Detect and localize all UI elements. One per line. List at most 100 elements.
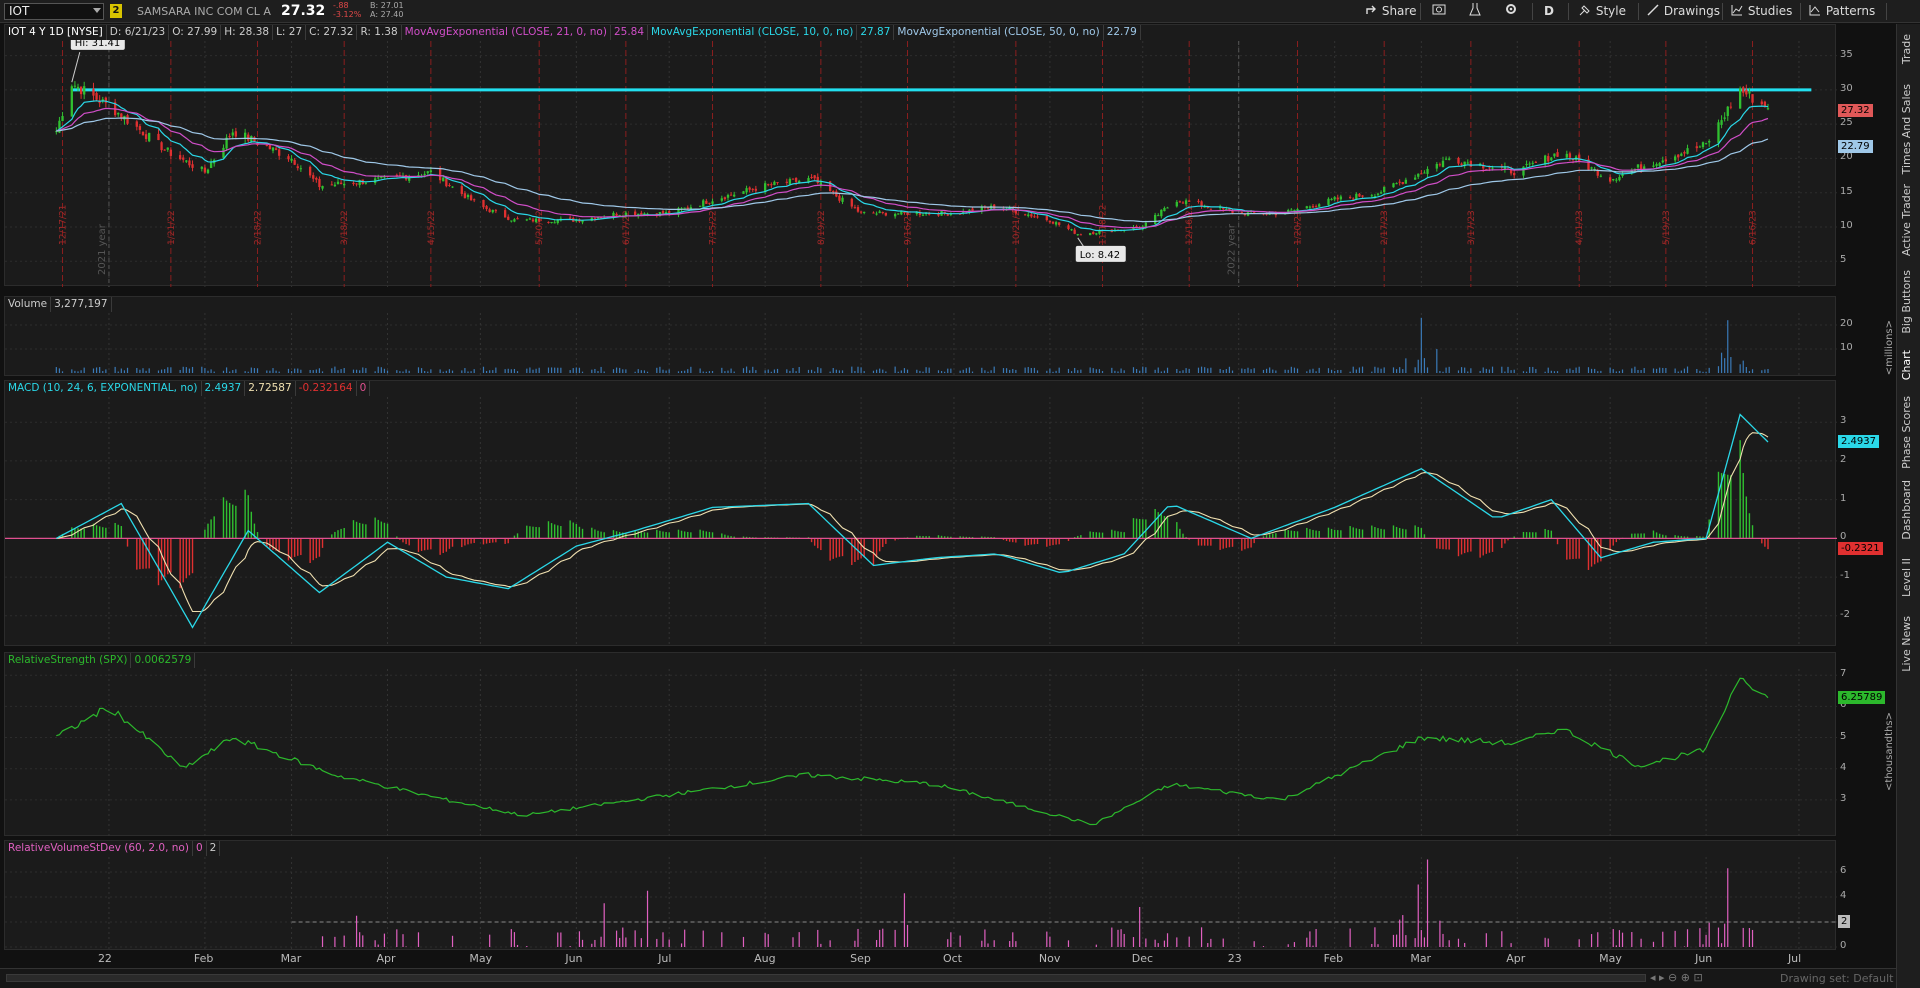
tab-trade[interactable]: Trade [1900, 34, 1913, 64]
tab-phase-scores[interactable]: Phase Scores [1900, 396, 1913, 469]
macd-histogram-bar [711, 532, 714, 539]
candle-body [1048, 220, 1052, 223]
volume-bar [789, 370, 791, 373]
link-badge[interactable]: 2 [110, 4, 122, 18]
symbol-input[interactable]: IOT [4, 3, 104, 20]
ema10-label[interactable]: MovAvgExponential (CLOSE, 10, 0, no) [648, 25, 858, 40]
rvol-bar [1742, 927, 1744, 947]
volume-bar [879, 368, 881, 373]
rs-line [56, 677, 1769, 826]
drawings-button[interactable]: Drawings [1646, 2, 1720, 21]
share-button[interactable]: Share [1364, 2, 1416, 21]
drawing-set-label[interactable]: Drawing set: Default [1780, 972, 1893, 985]
patterns-button[interactable]: Patterns [1808, 2, 1875, 21]
volume-panel[interactable]: Volume 3,277,197 [4, 296, 1837, 377]
macd-histogram-bar [1655, 532, 1658, 539]
rvol-bar [1306, 937, 1308, 947]
rvol-bar [854, 940, 856, 947]
macd-histogram-bar [702, 530, 704, 539]
macd-panel[interactable]: MACD (10, 24, 6, EXPONENTIAL, no) 2.4937… [4, 380, 1837, 647]
volume-bar [269, 370, 271, 373]
volume-bar [721, 367, 723, 373]
tab-times-and-sales[interactable]: Times And Sales [1900, 84, 1913, 174]
tab-level-ii[interactable]: Level II [1900, 558, 1913, 597]
volume-bar [1748, 371, 1751, 373]
flask-button[interactable] [1468, 2, 1482, 21]
volume-bar [179, 369, 181, 373]
ema50-label[interactable]: MovAvgExponential (CLOSE, 50, 0, no) [894, 25, 1104, 40]
settings-button[interactable] [1504, 2, 1518, 21]
volume-bar [1002, 368, 1005, 373]
macd-histogram-bar [1290, 530, 1293, 539]
price-panel[interactable]: IOT 4 Y 1D [NYSE] D: 6/21/23 O: 27.99 H:… [4, 24, 1837, 287]
rvol-bar [1176, 937, 1178, 947]
tab-live-news[interactable]: Live News [1900, 616, 1913, 672]
rvol-bar [603, 903, 605, 947]
period-button[interactable]: D [1544, 2, 1554, 21]
candle-body [1441, 160, 1445, 168]
snapshot-button[interactable] [1432, 2, 1446, 21]
volume-bar [513, 368, 516, 373]
volume-bar [1457, 370, 1460, 373]
candle-body [1336, 197, 1339, 200]
rvol-bar [1309, 931, 1311, 947]
rvol-chart[interactable] [5, 841, 1837, 951]
style-button[interactable]: Style [1578, 2, 1626, 21]
macd-histogram-bar [1036, 538, 1039, 545]
volume-bar [1659, 367, 1661, 373]
price-range: R: 1.38 [357, 25, 402, 40]
macd-histogram-bar [179, 538, 181, 589]
chevron-down-icon[interactable] [93, 8, 101, 13]
macd-title[interactable]: MACD (10, 24, 6, EXPONENTIAL, no) [5, 381, 202, 396]
candle-body [664, 212, 668, 214]
candle-body [1160, 209, 1163, 217]
candle-body [859, 211, 863, 213]
candle-body [318, 178, 321, 188]
macd-histogram-bar [1330, 528, 1333, 539]
volume-bar [897, 371, 899, 373]
volume-bar [318, 368, 321, 373]
volume-bar [1318, 367, 1320, 373]
rvol-bar [1120, 929, 1122, 947]
rvol-title[interactable]: RelativeVolumeStDev (60, 2.0, no) [5, 841, 193, 856]
macd-histogram-bar [1241, 538, 1243, 551]
macd-histogram-bar [464, 538, 466, 546]
candle-body [906, 212, 909, 215]
ema21-label[interactable]: MovAvgExponential (CLOSE, 21, 0, no) [401, 25, 611, 40]
tab-dashboard[interactable]: Dashboard [1900, 480, 1913, 540]
macd-histogram-bar [1460, 538, 1463, 555]
candle-body [231, 132, 234, 136]
volume-bar [1448, 366, 1450, 373]
horizontal-scrollbar[interactable] [6, 974, 1646, 982]
macd-histogram-bar [1092, 531, 1094, 539]
volume-bar [764, 370, 766, 373]
macd-histogram-bar [526, 525, 528, 539]
rs-chart[interactable] [5, 653, 1837, 837]
x-tick-label: Feb [1323, 952, 1344, 965]
scroll-arrows[interactable]: ◂ ▸ ⊖ ⊕ ⊡ [1650, 971, 1703, 984]
tab-active-trader[interactable]: Active Trader [1900, 184, 1913, 256]
tab-chart[interactable]: Chart [1900, 350, 1913, 380]
rvol-bar [798, 932, 800, 947]
volume-bar [1077, 370, 1079, 373]
price-chart[interactable]: 12/17/21 1/21/22 2/18/22 3/18/22 4/15/22 5/20… [5, 25, 1837, 287]
rs-title[interactable]: RelativeStrength (SPX) [5, 653, 132, 668]
macd-histogram-bar [117, 524, 119, 539]
volume-bar [1225, 369, 1227, 373]
volume-bar [903, 368, 906, 373]
rvol-panel[interactable]: RelativeVolumeStDev (60, 2.0, no) 0 2 [4, 840, 1837, 951]
macd-histogram-bar [1634, 533, 1636, 539]
macd-histogram-bar [492, 538, 494, 543]
macd-chart[interactable] [5, 381, 1837, 647]
studies-button[interactable]: Studies [1730, 2, 1792, 21]
volume-bar [625, 369, 627, 373]
tab-big-buttons[interactable]: Big Buttons [1900, 270, 1913, 334]
volume-chart[interactable] [5, 297, 1837, 377]
macd-histogram-bar [374, 517, 376, 539]
rs-panel[interactable]: RelativeStrength (SPX) 0.0062579 [4, 652, 1837, 837]
volume-bar [603, 371, 605, 373]
macd-histogram-bar [1309, 529, 1311, 539]
volume-bar [1204, 367, 1206, 373]
event-label: 11/18/22 [1099, 205, 1109, 245]
macd-histogram-bar [473, 538, 475, 543]
